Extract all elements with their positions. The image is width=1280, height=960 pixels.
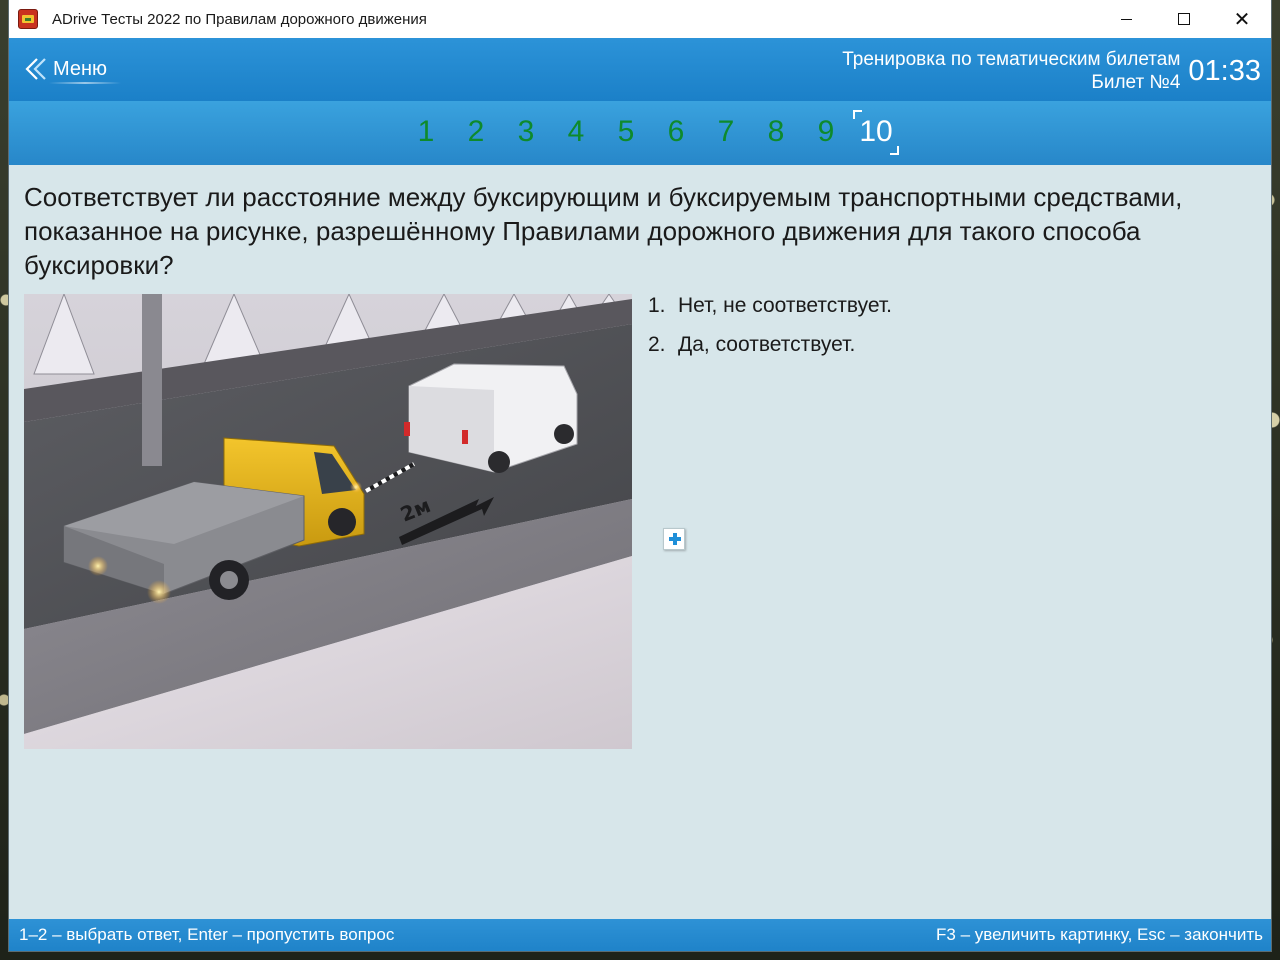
app-header: Меню Тренировка по тематическим билетам … — [9, 38, 1271, 101]
answer-list: 1. Нет, не соответствует. 2. Да, соответ… — [648, 293, 892, 371]
answer-text: Нет, не соответствует. — [678, 294, 892, 317]
zoom-picture-plus-icon[interactable] — [663, 528, 685, 550]
question-number-2[interactable]: 2 — [451, 115, 501, 149]
footer-hint-right: F3 – увеличить картинку, Esc – закончить — [936, 925, 1263, 944]
answer-option-1[interactable]: 1. Нет, не соответствует. — [648, 293, 892, 319]
question-text: Соответствует ли расстояние между буксир… — [24, 182, 1183, 280]
question-picture[interactable]: 2м — [24, 294, 632, 749]
menu-button[interactable]: Меню — [23, 54, 107, 84]
close-icon: ✕ — [1233, 8, 1251, 31]
question-number-5[interactable]: 5 — [601, 115, 651, 149]
ticket-label: Билет №4 — [1091, 72, 1181, 93]
header-info: Тренировка по тематическим билетам Билет… — [842, 48, 1261, 94]
answer-index: 2. — [648, 333, 666, 356]
window-title: ADrive Тесты 2022 по Правилам дорожного … — [52, 10, 427, 28]
close-button[interactable]: ✕ — [1213, 0, 1271, 38]
app-window: ADrive Тесты 2022 по Правилам дорожного … — [9, 0, 1271, 951]
question-number-9[interactable]: 9 — [801, 115, 851, 149]
answer-option-2[interactable]: 2. Да, соответствует. — [648, 332, 892, 358]
timer: 01:33 — [1188, 54, 1261, 87]
footer-hint-left: 1–2 – выбрать ответ, Enter – пропустить … — [19, 925, 395, 944]
maximize-icon — [1178, 13, 1190, 25]
question-number-3[interactable]: 3 — [501, 115, 551, 149]
hotkey-footer: 1–2 – выбрать ответ, Enter – пропустить … — [9, 919, 1271, 951]
question-number-8[interactable]: 8 — [751, 115, 801, 149]
maximize-button[interactable] — [1155, 0, 1213, 38]
mode-title: Тренировка по тематическим билетам — [842, 49, 1181, 70]
question-number-10-current[interactable]: 10 — [853, 110, 899, 155]
header-text: Тренировка по тематическим билетам Билет… — [842, 48, 1180, 94]
title-bar: ADrive Тесты 2022 по Правилам дорожного … — [9, 0, 1271, 38]
question-number-list: 1 2 3 4 5 6 7 8 9 10 — [401, 110, 899, 155]
towing-scene-illustration: 2м — [24, 294, 632, 749]
question-nav-bar: 1 2 3 4 5 6 7 8 9 10 — [9, 101, 1271, 165]
question-number-4[interactable]: 4 — [551, 115, 601, 149]
menu-label: Меню — [53, 57, 108, 80]
answer-index: 1. — [648, 294, 666, 317]
menu-underline — [49, 82, 121, 84]
question-number-1[interactable]: 1 — [401, 115, 451, 149]
question-number-6[interactable]: 6 — [651, 115, 701, 149]
minimize-button[interactable] — [1097, 0, 1155, 38]
answer-text: Да, соответствует. — [678, 333, 856, 356]
window-controls: ✕ — [1097, 0, 1271, 38]
minimize-icon — [1120, 18, 1132, 20]
question-number-7[interactable]: 7 — [701, 115, 751, 149]
double-chevron-left-icon — [25, 58, 46, 80]
app-logo-icon — [18, 9, 38, 29]
